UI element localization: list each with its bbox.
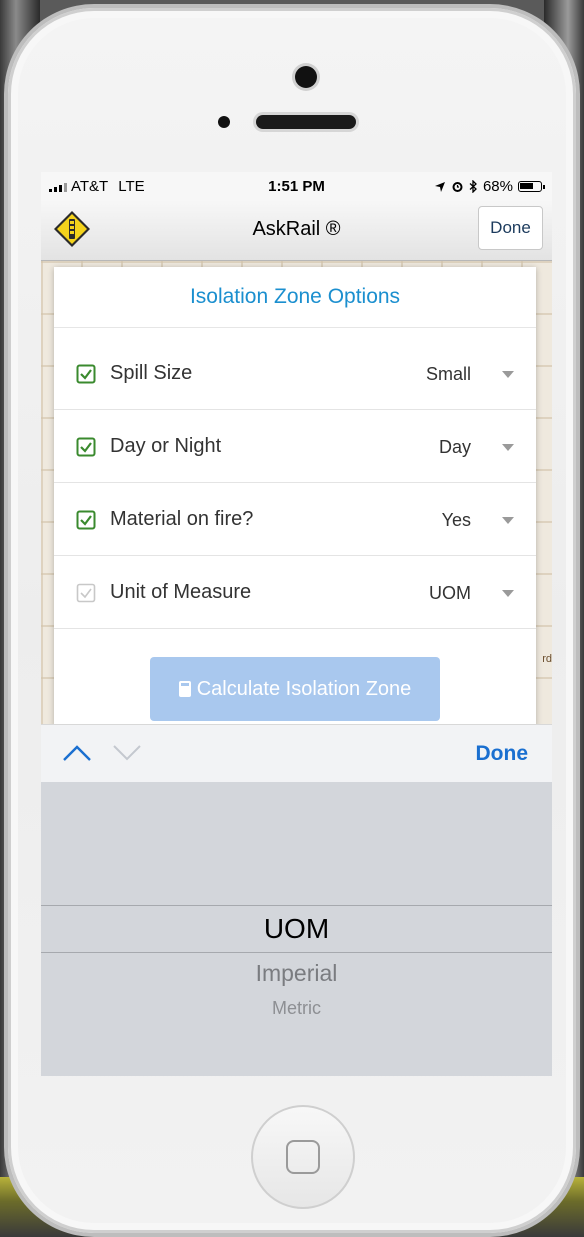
- calculate-label: Calculate Isolation Zone: [196, 677, 412, 700]
- home-button-square-icon: [286, 1140, 320, 1174]
- proximity-sensor: [218, 116, 230, 128]
- option-value[interactable]: Day: [439, 437, 471, 458]
- status-bar: AT&T LTE 1:51 PM 68%: [41, 172, 552, 200]
- option-label: Spill Size: [110, 362, 193, 384]
- location-arrow-icon: [434, 181, 445, 192]
- option-row-material-on-fire[interactable]: Material on fire? Yes: [54, 484, 536, 556]
- bluetooth-icon: [469, 180, 477, 193]
- option-row-unit-of-measure[interactable]: Unit of Measure UOM: [54, 557, 536, 629]
- screen: AT&T LTE 1:51 PM 68% AskRail ® Done rd I…: [41, 172, 552, 1076]
- picker-option-selected[interactable]: UOM: [41, 913, 552, 945]
- checkbox-unchecked-icon[interactable]: [76, 583, 96, 603]
- front-camera: [295, 66, 317, 88]
- picker-selection-top-line: [41, 905, 552, 906]
- option-value[interactable]: Small: [426, 364, 471, 385]
- option-value[interactable]: UOM: [429, 583, 471, 604]
- modal-title: Isolation Zone Options: [54, 267, 536, 328]
- checkbox-checked-icon[interactable]: [76, 510, 96, 530]
- nav-done-button[interactable]: Done: [478, 206, 543, 250]
- option-row-day-night[interactable]: Day or Night Day: [54, 411, 536, 483]
- isolation-zone-options-modal: Isolation Zone Options Spill Size Small …: [54, 267, 536, 727]
- nav-title: AskRail ®: [252, 218, 341, 240]
- chevron-down-icon[interactable]: [502, 590, 514, 597]
- option-value[interactable]: Yes: [442, 510, 471, 531]
- map-street-label: rd: [542, 653, 552, 665]
- nav-bar: AskRail ® Done: [41, 200, 552, 261]
- picker-toolbar: Done: [41, 724, 552, 783]
- battery-icon: [518, 181, 545, 192]
- chevron-down-icon[interactable]: [502, 444, 514, 451]
- chevron-down-icon[interactable]: [111, 743, 143, 763]
- earpiece-speaker: [256, 115, 356, 129]
- option-label: Unit of Measure: [110, 581, 252, 603]
- option-label: Day or Night: [110, 435, 222, 457]
- checkbox-checked-icon[interactable]: [76, 437, 96, 457]
- option-row-spill-size[interactable]: Spill Size Small: [54, 338, 536, 410]
- picker-wheel[interactable]: UOM Imperial Metric: [41, 782, 552, 1076]
- chevron-up-icon[interactable]: [61, 743, 93, 763]
- picker-done-button[interactable]: Done: [476, 742, 529, 766]
- chevron-down-icon[interactable]: [502, 371, 514, 378]
- picker-selection-bottom-line: [41, 952, 552, 953]
- picker-option[interactable]: Metric: [41, 998, 552, 1019]
- option-label: Material on fire?: [110, 508, 254, 530]
- chevron-down-icon[interactable]: [502, 517, 514, 524]
- picker-option[interactable]: Imperial: [41, 960, 552, 987]
- battery-percent: 68%: [482, 178, 513, 195]
- checkbox-checked-icon[interactable]: [76, 364, 96, 384]
- calculator-icon: [178, 681, 191, 697]
- alarm-icon: [452, 182, 463, 192]
- calculate-isolation-zone-button[interactable]: Calculate Isolation Zone: [150, 657, 440, 721]
